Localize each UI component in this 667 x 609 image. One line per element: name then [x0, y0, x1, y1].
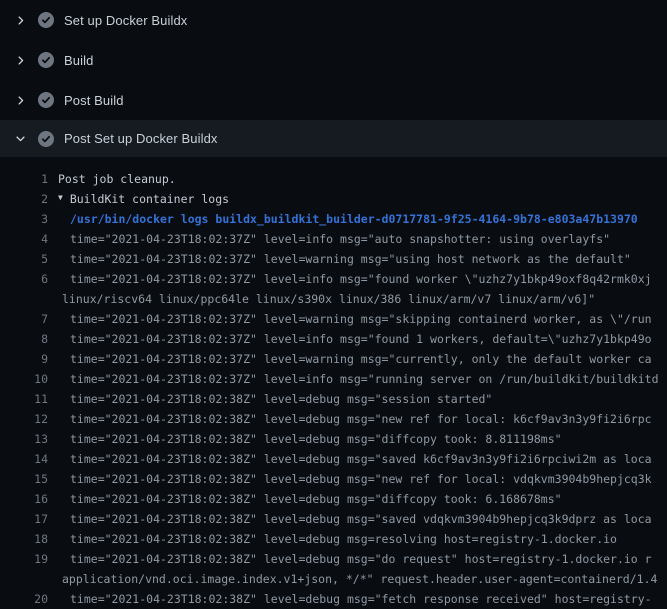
line-number[interactable]: 4	[0, 229, 48, 249]
log-group-toggle[interactable]: 2 ▼ BuildKit container logs	[0, 189, 667, 209]
check-circle-icon	[38, 131, 54, 147]
line-number	[0, 569, 48, 589]
line-number[interactable]: 12	[0, 409, 48, 429]
line-number[interactable]: 17	[0, 509, 48, 529]
section-label: Post Build	[64, 93, 124, 108]
check-circle-icon	[38, 92, 54, 108]
check-circle-icon	[38, 12, 54, 28]
log-line: 20 time="2021-04-23T18:02:38Z" level=deb…	[0, 589, 667, 609]
line-number[interactable]: 8	[0, 329, 48, 349]
section-label: Post Set up Docker Buildx	[64, 131, 218, 146]
log-text: time="2021-04-23T18:02:37Z" level=info m…	[48, 369, 659, 389]
line-number[interactable]: 9	[0, 349, 48, 369]
log-text: time="2021-04-23T18:02:38Z" level=debug …	[48, 389, 492, 409]
log-text: linux/riscv64 linux/ppc64le linux/s390x …	[48, 289, 595, 309]
log-text: time="2021-04-23T18:02:38Z" level=debug …	[48, 549, 652, 569]
line-number[interactable]: 10	[0, 369, 48, 389]
log-text: time="2021-04-23T18:02:38Z" level=debug …	[48, 429, 562, 449]
log-text: time="2021-04-23T18:02:38Z" level=debug …	[48, 409, 652, 429]
log-text: Post job cleanup.	[48, 169, 176, 189]
log-text: time="2021-04-23T18:02:37Z" level=info m…	[48, 229, 610, 249]
log-text: time="2021-04-23T18:02:38Z" level=debug …	[48, 469, 652, 489]
line-number[interactable]: 1	[0, 169, 48, 189]
log-text: time="2021-04-23T18:02:37Z" level=warnin…	[48, 309, 652, 329]
log-line: 12 time="2021-04-23T18:02:38Z" level=deb…	[0, 409, 667, 429]
line-number	[0, 289, 48, 309]
log-line: 17 time="2021-04-23T18:02:38Z" level=deb…	[0, 509, 667, 529]
log-line: 16 time="2021-04-23T18:02:38Z" level=deb…	[0, 489, 667, 509]
log-line: 11 time="2021-04-23T18:02:38Z" level=deb…	[0, 389, 667, 409]
line-number[interactable]: 3	[0, 209, 48, 229]
log-line: 8 time="2021-04-23T18:02:37Z" level=info…	[0, 329, 667, 349]
line-number[interactable]: 5	[0, 249, 48, 269]
log-text: time="2021-04-23T18:02:37Z" level=info m…	[48, 329, 652, 349]
chevron-right-icon	[14, 94, 26, 106]
log-line: 15 time="2021-04-23T18:02:38Z" level=deb…	[0, 469, 667, 489]
log-text: time="2021-04-23T18:02:38Z" level=debug …	[48, 489, 562, 509]
line-number[interactable]: 11	[0, 389, 48, 409]
chevron-down-icon	[14, 133, 26, 145]
log-line: 1 Post job cleanup.	[0, 169, 667, 189]
log-line: 4 time="2021-04-23T18:02:37Z" level=info…	[0, 229, 667, 249]
section-row-setup-docker-buildx[interactable]: Set up Docker Buildx	[0, 0, 667, 40]
log-text: application/vnd.oci.image.index.v1+json,…	[48, 569, 657, 589]
line-number[interactable]: 2	[0, 189, 48, 209]
log-line: 19 time="2021-04-23T18:02:38Z" level=deb…	[0, 549, 667, 569]
log-line: 9 time="2021-04-23T18:02:37Z" level=warn…	[0, 349, 667, 369]
command-text: /usr/bin/docker logs buildx_buildkit_bui…	[48, 209, 638, 229]
log-line: 18 time="2021-04-23T18:02:38Z" level=deb…	[0, 529, 667, 549]
line-number[interactable]: 16	[0, 489, 48, 509]
section-row-post-build[interactable]: Post Build	[0, 80, 667, 120]
log-line: 6 time="2021-04-23T18:02:37Z" level=info…	[0, 269, 667, 289]
log-text: time="2021-04-23T18:02:38Z" level=debug …	[48, 449, 652, 469]
log-viewer: 1 Post job cleanup. 2 ▼ BuildKit contain…	[0, 157, 667, 609]
line-number[interactable]: 20	[0, 589, 48, 609]
log-line-continuation: linux/riscv64 linux/ppc64le linux/s390x …	[0, 289, 667, 309]
section-label: Build	[64, 53, 93, 68]
log-line: 7 time="2021-04-23T18:02:37Z" level=warn…	[0, 309, 667, 329]
log-text: time="2021-04-23T18:02:37Z" level=warnin…	[48, 349, 652, 369]
log-text: time="2021-04-23T18:02:37Z" level=warnin…	[48, 249, 631, 269]
section-row-build[interactable]: Build	[0, 40, 667, 80]
check-circle-icon	[38, 52, 54, 68]
line-number[interactable]: 13	[0, 429, 48, 449]
line-number[interactable]: 7	[0, 309, 48, 329]
log-text: time="2021-04-23T18:02:38Z" level=debug …	[48, 509, 652, 529]
log-line: 13 time="2021-04-23T18:02:38Z" level=deb…	[0, 429, 667, 449]
log-line: 14 time="2021-04-23T18:02:38Z" level=deb…	[0, 449, 667, 469]
line-number[interactable]: 19	[0, 549, 48, 569]
log-text: time="2021-04-23T18:02:38Z" level=debug …	[48, 529, 617, 549]
log-line-continuation: application/vnd.oci.image.index.v1+json,…	[0, 569, 667, 589]
log-line: 5 time="2021-04-23T18:02:37Z" level=warn…	[0, 249, 667, 269]
chevron-right-icon	[14, 14, 26, 26]
line-number[interactable]: 15	[0, 469, 48, 489]
chevron-right-icon	[14, 54, 26, 66]
log-text: time="2021-04-23T18:02:38Z" level=debug …	[48, 589, 652, 609]
section-label: Set up Docker Buildx	[64, 13, 187, 28]
log-line: 10 time="2021-04-23T18:02:37Z" level=inf…	[0, 369, 667, 389]
group-title[interactable]: BuildKit container logs	[63, 189, 229, 209]
log-text: time="2021-04-23T18:02:37Z" level=info m…	[48, 269, 652, 289]
line-number[interactable]: 18	[0, 529, 48, 549]
section-row-post-setup-docker-buildx[interactable]: Post Set up Docker Buildx	[0, 120, 667, 157]
line-number[interactable]: 14	[0, 449, 48, 469]
line-number[interactable]: 6	[0, 269, 48, 289]
log-command-line: 3 /usr/bin/docker logs buildx_buildkit_b…	[0, 209, 667, 229]
group-expanded-triangle-icon[interactable]: ▼	[48, 189, 63, 208]
